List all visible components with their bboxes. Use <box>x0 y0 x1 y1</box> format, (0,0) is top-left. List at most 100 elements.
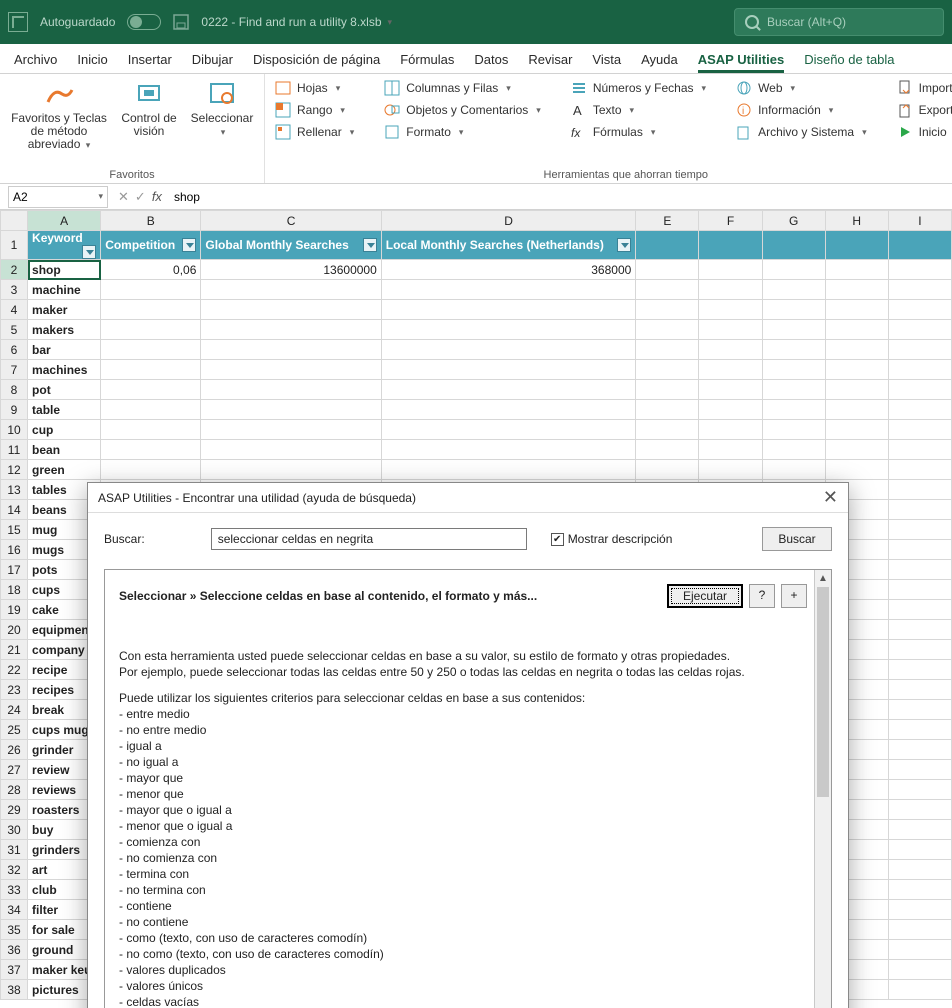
filter-icon[interactable] <box>182 238 196 252</box>
cell[interactable] <box>762 320 825 340</box>
cell[interactable] <box>888 800 951 820</box>
cell[interactable] <box>201 380 381 400</box>
cell[interactable]: makers <box>28 320 101 340</box>
cell[interactable] <box>762 280 825 300</box>
tell-me-search[interactable]: Buscar (Alt+Q) <box>734 8 944 36</box>
fx-icon[interactable]: fx <box>152 189 162 204</box>
cell[interactable] <box>201 420 381 440</box>
row-header[interactable]: 37 <box>1 960 28 980</box>
row-header[interactable]: 25 <box>1 720 28 740</box>
row-header[interactable]: 14 <box>1 500 28 520</box>
row-header[interactable]: 23 <box>1 680 28 700</box>
cell[interactable] <box>825 340 888 360</box>
vision-control-button[interactable]: Control de visión <box>116 78 182 160</box>
row-header[interactable]: 5 <box>1 320 28 340</box>
cell[interactable] <box>888 960 951 980</box>
file-system-menu[interactable]: Archivo y Sistema▾ <box>732 124 871 140</box>
cell[interactable] <box>699 440 762 460</box>
cell[interactable]: machine <box>28 280 101 300</box>
row-header[interactable]: 8 <box>1 380 28 400</box>
cell[interactable] <box>381 360 636 380</box>
cell[interactable]: 0,06 <box>101 260 201 280</box>
cell[interactable] <box>381 320 636 340</box>
row-header[interactable]: 6 <box>1 340 28 360</box>
table-header-cell[interactable]: Competition <box>101 231 201 260</box>
cell[interactable] <box>381 300 636 320</box>
cell[interactable] <box>636 360 699 380</box>
info-menu[interactable]: iInformación▾ <box>732 102 871 118</box>
col-header-F[interactable]: F <box>699 211 762 231</box>
cell[interactable] <box>825 360 888 380</box>
cell[interactable]: cup <box>28 420 101 440</box>
cell[interactable] <box>825 420 888 440</box>
cell[interactable] <box>201 440 381 460</box>
cell[interactable] <box>888 560 951 580</box>
cell[interactable] <box>888 640 951 660</box>
filter-icon[interactable] <box>363 238 377 252</box>
col-header-A[interactable]: A <box>28 211 101 231</box>
cell[interactable] <box>762 400 825 420</box>
cell[interactable] <box>699 460 762 480</box>
col-header-E[interactable]: E <box>636 211 699 231</box>
fill-menu[interactable]: Rellenar▾ <box>271 124 358 140</box>
cell[interactable] <box>381 460 636 480</box>
col-header-D[interactable]: D <box>381 211 636 231</box>
cell[interactable] <box>888 740 951 760</box>
cell[interactable] <box>888 760 951 780</box>
cell[interactable] <box>825 260 888 280</box>
cell[interactable] <box>636 340 699 360</box>
select-all-corner[interactable] <box>1 211 28 231</box>
cell[interactable] <box>636 460 699 480</box>
cell[interactable] <box>888 680 951 700</box>
cell[interactable]: table <box>28 400 101 420</box>
autosave-toggle[interactable] <box>127 14 161 30</box>
cell[interactable] <box>825 400 888 420</box>
scrollbar-thumb[interactable] <box>817 587 829 797</box>
cell[interactable] <box>381 340 636 360</box>
cell[interactable] <box>699 340 762 360</box>
export-menu[interactable]: Exportar▾ <box>893 102 952 118</box>
columns-rows-menu[interactable]: Columnas y Filas▾ <box>380 80 545 96</box>
row-header[interactable]: 29 <box>1 800 28 820</box>
row-header[interactable]: 7 <box>1 360 28 380</box>
cell[interactable] <box>762 420 825 440</box>
cell[interactable] <box>888 980 951 1000</box>
cell[interactable] <box>888 720 951 740</box>
row-header[interactable]: 17 <box>1 560 28 580</box>
show-description-checkbox[interactable]: ✔Mostrar descripción <box>551 532 673 546</box>
row-header[interactable]: 35 <box>1 920 28 940</box>
cell[interactable] <box>888 360 951 380</box>
cell[interactable] <box>699 280 762 300</box>
cell[interactable] <box>888 600 951 620</box>
cell[interactable] <box>888 700 951 720</box>
help-button[interactable]: ? <box>749 584 775 608</box>
favorites-button[interactable]: Favoritos y Teclas de método abreviado ▾ <box>6 78 112 160</box>
cell[interactable]: green <box>28 460 101 480</box>
cell[interactable] <box>888 320 951 340</box>
add-favorite-button[interactable]: + <box>781 584 807 608</box>
col-header-I[interactable]: I <box>888 211 951 231</box>
table-header-cell[interactable]: Local Monthly Searches (Netherlands) <box>381 231 636 260</box>
row-header[interactable]: 36 <box>1 940 28 960</box>
row-header[interactable]: 20 <box>1 620 28 640</box>
cell[interactable] <box>762 460 825 480</box>
tab-disposicion[interactable]: Disposición de página <box>253 52 380 73</box>
tab-revisar[interactable]: Revisar <box>528 52 572 73</box>
cell[interactable] <box>201 340 381 360</box>
cell[interactable] <box>888 440 951 460</box>
cell[interactable] <box>762 300 825 320</box>
cell[interactable] <box>888 380 951 400</box>
cell[interactable] <box>101 360 201 380</box>
cell[interactable]: pot <box>28 380 101 400</box>
cell[interactable] <box>101 380 201 400</box>
cell[interactable] <box>381 440 636 460</box>
cell[interactable] <box>888 860 951 880</box>
cell[interactable]: bar <box>28 340 101 360</box>
cell[interactable] <box>699 360 762 380</box>
cell[interactable] <box>888 660 951 680</box>
cell[interactable] <box>888 260 951 280</box>
cell[interactable] <box>888 460 951 480</box>
cell[interactable] <box>201 360 381 380</box>
row-header[interactable]: 38 <box>1 980 28 1000</box>
cell[interactable] <box>101 400 201 420</box>
